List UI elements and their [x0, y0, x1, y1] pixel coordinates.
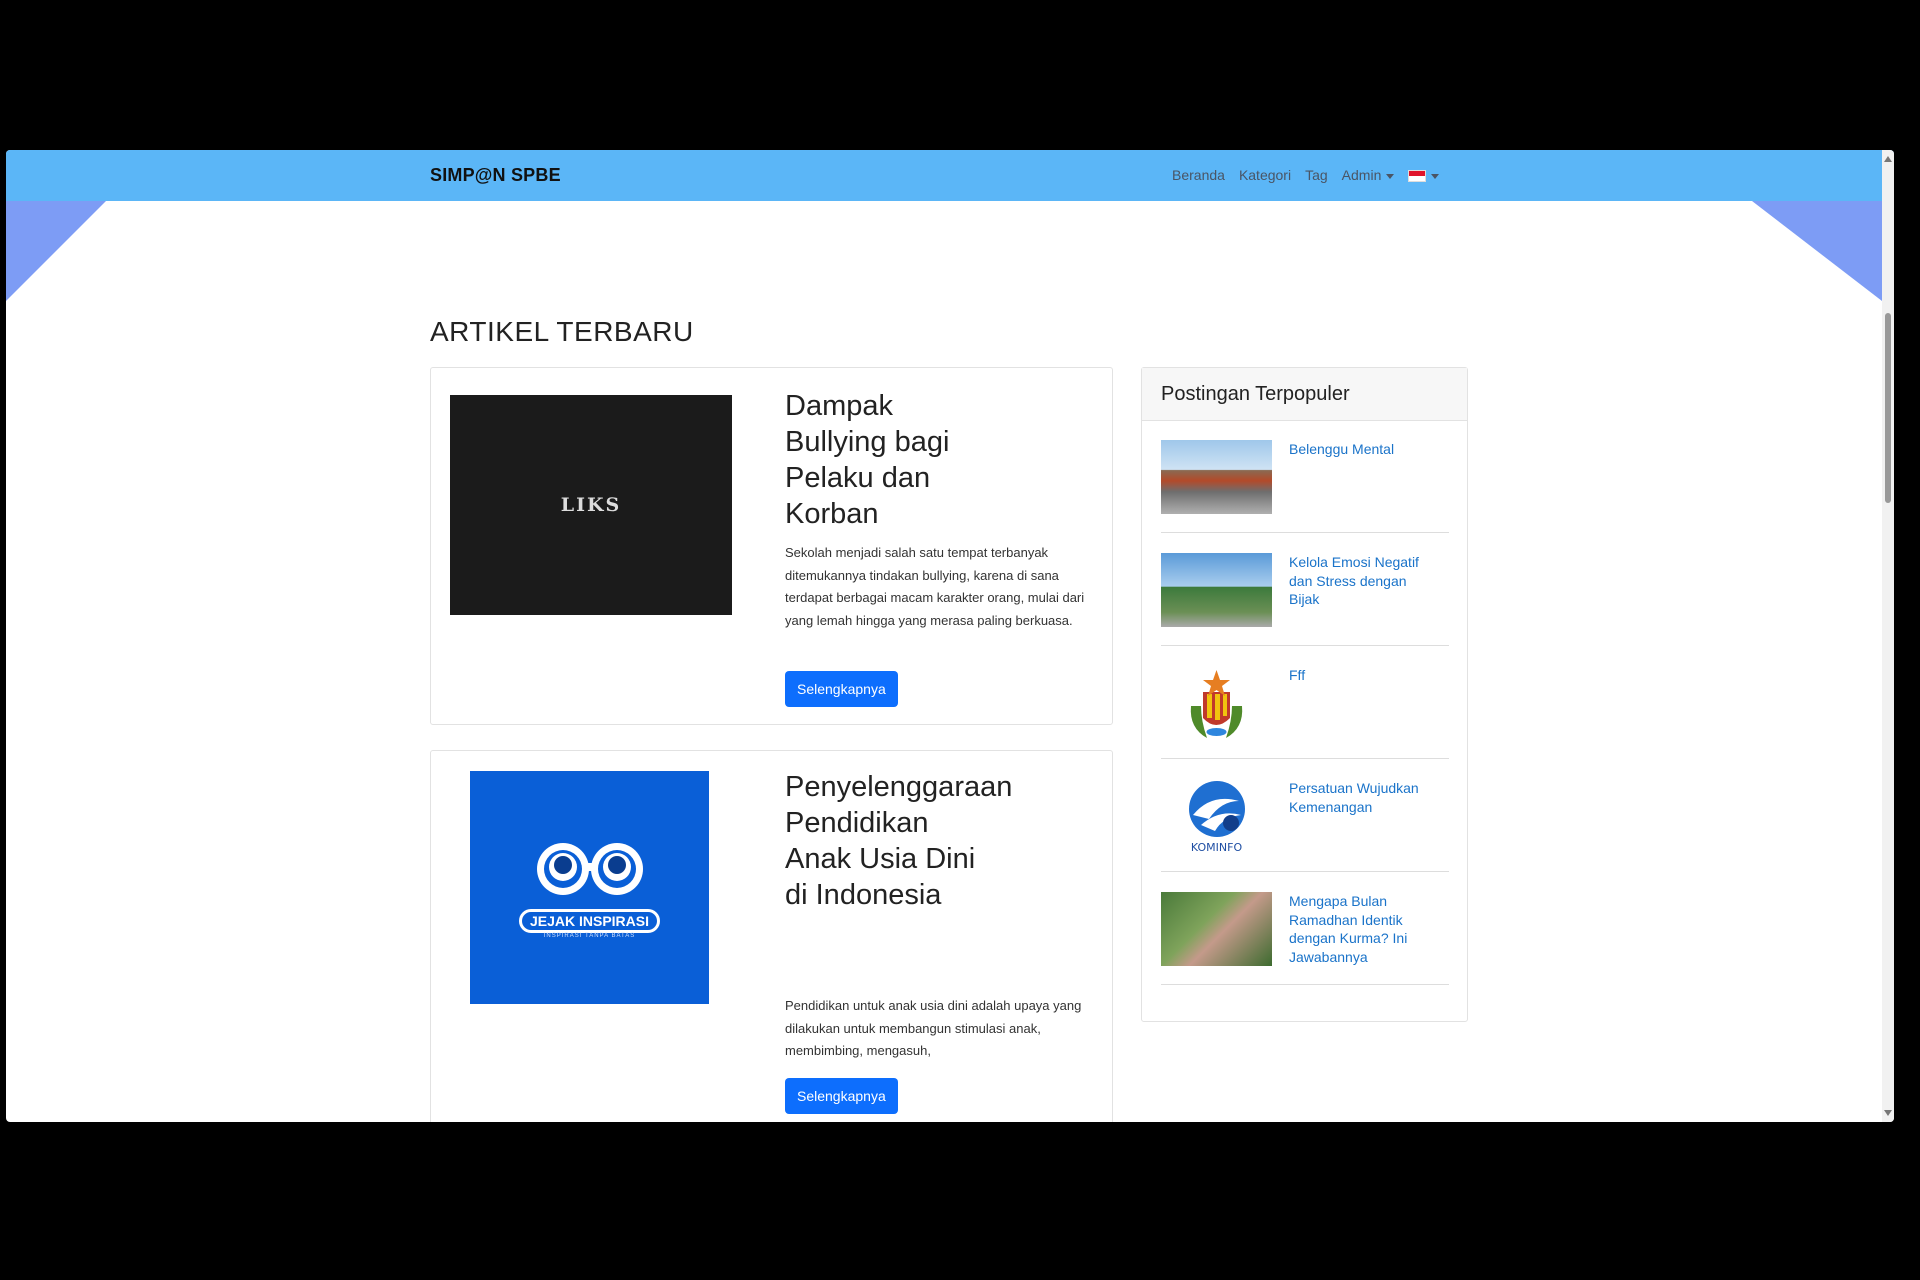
read-more-button[interactable]: Selengkapnya — [785, 671, 898, 707]
post-thumbnail[interactable]: KOMINFO — [1161, 779, 1272, 853]
nav-link-kategori[interactable]: Kategori — [1239, 167, 1291, 183]
admin-label: Admin — [1341, 167, 1382, 183]
nav-dropdown-admin[interactable]: Admin — [1342, 167, 1395, 183]
list-item: Belenggu Mental — [1161, 420, 1449, 533]
post-thumbnail[interactable] — [1161, 440, 1272, 514]
jejak-logo-text: JEJAK INSPIRASI — [470, 909, 709, 933]
post-link[interactable]: Mengapa Bulan Ramadhan Identik dengan Ku… — [1289, 892, 1439, 966]
indonesia-flag-icon — [1408, 170, 1427, 183]
nav-link-tag[interactable]: Tag — [1305, 167, 1328, 183]
glasses-logo-icon — [537, 843, 643, 895]
section-title: ARTIKEL TERBARU — [430, 316, 694, 347]
list-item: Mengapa Bulan Ramadhan Identik dengan Ku… — [1161, 872, 1449, 985]
browser-window: SIMP@N SPBE Beranda Kategori Tag Admin A… — [6, 150, 1894, 1122]
popular-posts-sidebar: Postingan Terpopuler Belenggu Mental Kel… — [1141, 367, 1468, 1022]
article-excerpt: Pendidikan untuk anak usia dini adalah u… — [785, 998, 1082, 1058]
language-dropdown[interactable] — [1408, 167, 1440, 183]
chevron-down-icon — [1431, 173, 1440, 179]
article-card: JEJAK INSPIRASI INSPIRASI TANPA BATAS Pe… — [430, 750, 1113, 1122]
article-title[interactable]: Dampak Bullying bagi Pelaku dan Korban — [785, 388, 985, 532]
nav-link-beranda[interactable]: Beranda — [1172, 167, 1225, 183]
article-card: LIKS Dampak Bullying bagi Pelaku dan Kor… — [430, 367, 1113, 725]
kominfo-logo-icon: KOMINFO — [1189, 781, 1245, 853]
article-excerpt: Sekolah menjadi salah satu tempat terban… — [785, 545, 1085, 628]
post-link[interactable]: Belenggu Mental — [1289, 440, 1439, 459]
svg-text:KOMINFO: KOMINFO — [1191, 841, 1243, 853]
decorative-corner-right — [1752, 201, 1882, 301]
jejak-logo-subtext: INSPIRASI TANPA BATAS — [543, 933, 636, 939]
popular-posts-list: Belenggu Mental Kelola Emosi Negatif dan… — [1161, 420, 1449, 985]
scrollbar-thumb[interactable] — [1885, 313, 1891, 503]
vertical-scrollbar[interactable] — [1882, 150, 1894, 1122]
post-thumbnail[interactable] — [1161, 892, 1272, 966]
post-thumbnail[interactable] — [1161, 666, 1272, 740]
liks-logo: LIKS — [560, 494, 622, 516]
post-link[interactable]: Kelola Emosi Negatif dan Stress dengan B… — [1289, 553, 1439, 609]
list-item: Fff — [1161, 646, 1449, 759]
post-link[interactable]: Fff — [1289, 666, 1439, 685]
article-image[interactable]: LIKS — [450, 395, 732, 615]
scroll-down-arrow-icon[interactable] — [1884, 1110, 1892, 1116]
article-title[interactable]: Penyelenggaraan Pendidikan Anak Usia Din… — [785, 769, 1012, 913]
emblem-icon — [1190, 670, 1243, 738]
article-image[interactable]: JEJAK INSPIRASI INSPIRASI TANPA BATAS — [470, 771, 709, 1004]
scroll-up-arrow-icon[interactable] — [1884, 156, 1892, 162]
chevron-down-icon — [1386, 173, 1395, 179]
sidebar-title: Postingan Terpopuler — [1142, 368, 1467, 421]
read-more-button[interactable]: Selengkapnya — [785, 1078, 898, 1114]
nav-links: Beranda Kategori Tag Admin — [1172, 167, 1440, 183]
list-item: KOMINFO Persatuan Wujudkan Kemenangan — [1161, 759, 1449, 872]
post-thumbnail[interactable] — [1161, 553, 1272, 627]
list-item: Kelola Emosi Negatif dan Stress dengan B… — [1161, 533, 1449, 646]
brand-logo[interactable]: SIMP@N SPBE — [430, 165, 561, 186]
decorative-corner-left — [6, 201, 106, 301]
navbar: SIMP@N SPBE Beranda Kategori Tag Admin — [6, 150, 1894, 201]
post-link[interactable]: Persatuan Wujudkan Kemenangan — [1289, 779, 1439, 816]
